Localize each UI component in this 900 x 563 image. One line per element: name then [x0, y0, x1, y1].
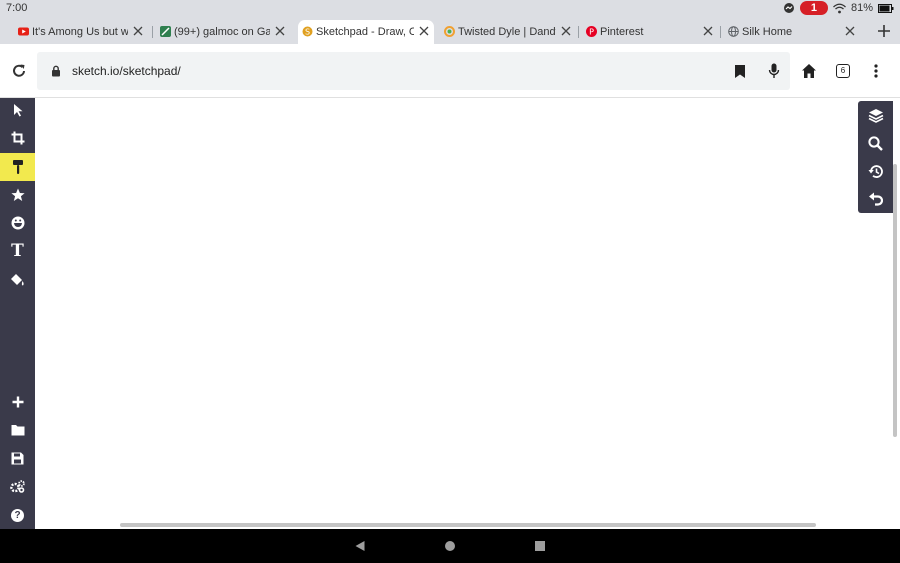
tab-fandom[interactable]: Twisted Dyle | Dandy's	[440, 20, 576, 44]
zoom-icon	[868, 135, 883, 151]
tab-switcher-button[interactable]: 6	[836, 64, 850, 78]
brush-icon	[12, 160, 23, 174]
right-toolbar	[858, 101, 893, 213]
pinterest-icon: P	[586, 26, 597, 37]
brush-tool[interactable]	[0, 153, 35, 181]
recents-button[interactable]	[531, 537, 549, 555]
add-button[interactable]	[0, 388, 35, 416]
close-icon[interactable]	[131, 24, 145, 38]
close-icon[interactable]	[701, 24, 715, 38]
home-icon[interactable]	[801, 63, 817, 79]
lock-icon	[52, 65, 60, 77]
tab-youtube[interactable]: It's Among Us but wit	[14, 20, 148, 44]
horizontal-scrollbar[interactable]	[120, 523, 816, 527]
settings-button[interactable]	[0, 472, 35, 500]
tab-title: Sketchpad - Draw, Cre	[316, 26, 414, 38]
youtube-icon	[18, 27, 29, 36]
select-tool[interactable]	[0, 96, 35, 124]
history-button[interactable]	[858, 157, 893, 185]
tab-title: Twisted Dyle | Dandy's	[458, 26, 556, 38]
tab-count: 6	[840, 66, 846, 75]
open-button[interactable]	[0, 416, 35, 444]
microphone-icon[interactable]	[768, 63, 780, 79]
battery-percent: 81%	[850, 2, 873, 14]
url-text[interactable]: sketch.io/sketchpad/	[72, 64, 181, 78]
folder-icon	[11, 425, 24, 436]
stamp-tool[interactable]	[0, 181, 35, 209]
text-icon: T	[11, 241, 24, 261]
home-circle-icon	[445, 541, 455, 551]
recents-icon	[535, 541, 545, 551]
gamejolt-icon	[160, 26, 171, 37]
tab-title: Pinterest	[600, 26, 644, 38]
wifi-icon	[833, 3, 846, 13]
tab-divider	[578, 26, 579, 38]
crop-tool[interactable]	[0, 124, 35, 152]
tab-title: It's Among Us but wit	[32, 26, 128, 38]
more-menu-icon[interactable]	[874, 64, 878, 78]
select-icon	[13, 104, 22, 117]
save-button[interactable]	[0, 444, 35, 472]
vertical-scrollbar[interactable]	[893, 164, 897, 437]
history-icon	[868, 164, 883, 178]
browser-toolbar: sketch.io/sketchpad/ 6	[0, 44, 900, 98]
crop-icon	[11, 131, 24, 145]
address-bar[interactable]: sketch.io/sketchpad/	[37, 52, 790, 90]
drawing-canvas[interactable]	[35, 98, 900, 529]
tab-sketchpad[interactable]: S Sketchpad - Draw, Cre	[298, 20, 434, 44]
help-icon: ?	[11, 508, 24, 522]
status-icons: 1 81%	[783, 1, 894, 15]
close-icon[interactable]	[843, 24, 857, 38]
bookmark-icon[interactable]	[734, 64, 746, 79]
zoom-button[interactable]	[858, 129, 893, 157]
system-navigation-bar	[0, 529, 900, 563]
globe-icon	[728, 26, 739, 37]
tab-divider	[152, 26, 153, 38]
notification-badge: 1	[799, 1, 828, 15]
undo-icon	[869, 192, 883, 206]
svg-text:P: P	[589, 28, 594, 37]
star-icon	[10, 188, 25, 201]
reload-icon[interactable]	[10, 62, 28, 80]
close-icon[interactable]	[273, 24, 287, 38]
fill-tool[interactable]	[0, 266, 35, 294]
help-button[interactable]: ?	[0, 501, 35, 529]
sketchpad-icon: S	[302, 26, 313, 37]
layers-icon	[868, 108, 883, 123]
close-icon[interactable]	[559, 24, 573, 38]
tab-strip: It's Among Us but wit (99+) galmoc on Ga…	[0, 17, 900, 44]
undo-button[interactable]	[858, 185, 893, 213]
status-time: 7:00	[6, 2, 28, 14]
tab-divider	[720, 26, 721, 38]
save-icon	[11, 452, 24, 464]
back-button[interactable]	[351, 537, 369, 555]
tab-pinterest[interactable]: P Pinterest	[582, 20, 718, 44]
status-bar: 7:00 1 81%	[0, 0, 900, 17]
emoji-tool[interactable]	[0, 209, 35, 237]
help-glyph: ?	[14, 509, 21, 521]
settings-icon	[10, 479, 25, 493]
emoji-icon	[11, 216, 24, 230]
tab-gamejolt[interactable]: (99+) galmoc on Gam	[156, 20, 290, 44]
layers-button[interactable]	[858, 101, 893, 129]
text-tool[interactable]: T	[0, 237, 35, 265]
fandom-icon	[444, 26, 455, 37]
new-tab-icon[interactable]	[876, 23, 892, 39]
add-icon	[12, 396, 23, 408]
messenger-icon	[783, 3, 794, 13]
tab-title: Silk Home	[742, 26, 793, 38]
close-icon[interactable]	[417, 24, 431, 38]
tab-silk-home[interactable]: Silk Home	[724, 20, 860, 44]
tab-title: (99+) galmoc on Gam	[174, 26, 270, 38]
back-icon	[355, 541, 365, 551]
svg-text:S: S	[305, 28, 310, 37]
battery-icon	[878, 3, 894, 13]
home-button[interactable]	[441, 537, 459, 555]
paint-bucket-icon	[11, 274, 24, 286]
left-toolbar: T ?	[0, 98, 35, 529]
